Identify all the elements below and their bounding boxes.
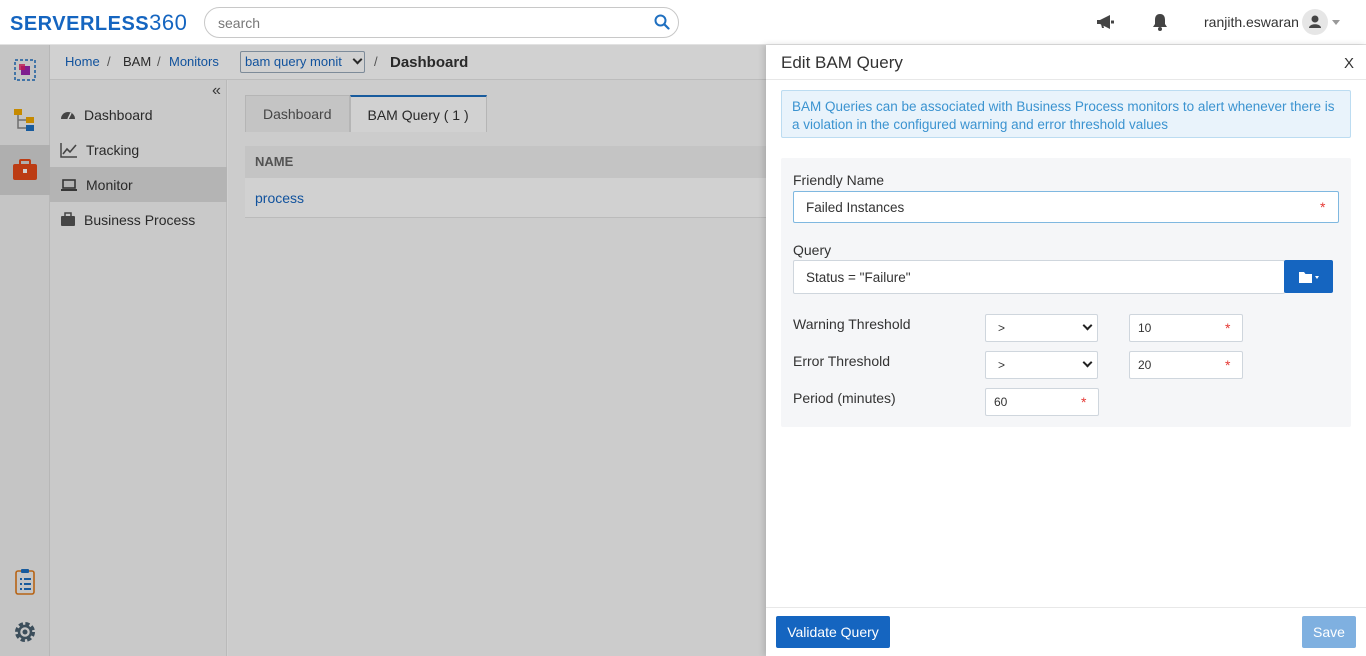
saved-queries-button[interactable] — [1284, 260, 1333, 293]
app-logo[interactable]: SERVERLESS360 — [10, 10, 187, 36]
save-button[interactable]: Save — [1302, 616, 1356, 648]
bam-query-form: Friendly Name * Query Warning Threshold … — [781, 158, 1351, 427]
query-label: Query — [793, 242, 832, 258]
required-indicator: * — [1225, 357, 1231, 373]
bell-icon[interactable] — [1150, 12, 1170, 32]
edit-bam-query-panel: Edit BAM Query X BAM Queries can be asso… — [766, 45, 1366, 656]
period-value: 60 — [994, 395, 1008, 409]
query-input[interactable] — [794, 261, 1284, 293]
error-operator-select[interactable]: > — [985, 351, 1098, 379]
warning-threshold-label: Warning Threshold — [793, 316, 911, 332]
chevron-down-icon — [1082, 320, 1093, 331]
required-indicator: * — [1225, 320, 1231, 336]
divider — [766, 79, 1366, 80]
warning-operator-select[interactable]: > — [985, 314, 1098, 342]
user-icon — [1309, 15, 1321, 28]
required-indicator: * — [1320, 199, 1326, 215]
query-field — [793, 260, 1285, 294]
folder-icon — [1298, 271, 1319, 283]
user-menu-chevron-down-icon[interactable] — [1332, 20, 1340, 25]
panel-title: Edit BAM Query — [781, 53, 903, 72]
megaphone-icon[interactable] — [1095, 12, 1115, 32]
friendly-name-field — [793, 191, 1339, 223]
divider — [766, 607, 1366, 608]
chevron-down-icon — [1082, 357, 1093, 368]
friendly-name-label: Friendly Name — [793, 172, 885, 188]
validate-query-button[interactable]: Validate Query — [776, 616, 890, 648]
close-button[interactable]: X — [1344, 55, 1354, 72]
friendly-name-input[interactable] — [794, 192, 1338, 222]
info-banner: BAM Queries can be associated with Busin… — [781, 90, 1351, 138]
logo-text: SERVERLESS — [10, 13, 150, 35]
top-bar: SERVERLESS360 ranjith.eswaran — [0, 0, 1366, 45]
error-threshold-label: Error Threshold — [793, 353, 891, 369]
period-label: Period (minutes) — [793, 390, 896, 406]
username[interactable]: ranjith.eswaran — [1204, 14, 1299, 30]
required-indicator: * — [1081, 394, 1087, 410]
error-operator-value: > — [998, 358, 1006, 372]
search-input[interactable] — [205, 8, 625, 37]
warning-threshold-value: 10 — [1138, 321, 1152, 335]
avatar[interactable] — [1302, 9, 1328, 35]
search-box — [204, 7, 679, 38]
error-threshold-value: 20 — [1138, 358, 1152, 372]
modal-backdrop[interactable] — [0, 45, 766, 656]
logo-number: 360 — [149, 10, 188, 35]
search-icon[interactable] — [654, 14, 670, 30]
warning-operator-value: > — [998, 321, 1006, 335]
